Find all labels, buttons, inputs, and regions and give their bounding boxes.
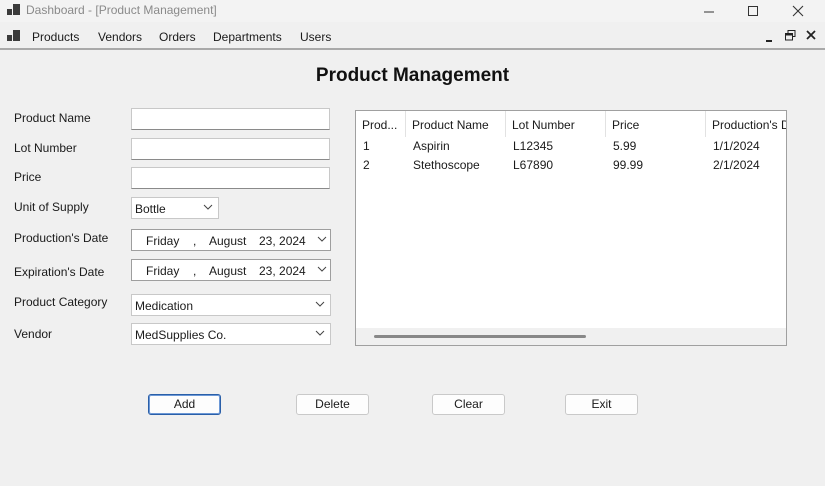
cell-lot-number: L12345 [513, 139, 554, 153]
minimize-icon[interactable] [686, 0, 732, 22]
vendor-value: MedSupplies Co. [135, 328, 227, 342]
cell-production-date: 2/1/2024 [713, 158, 760, 172]
clear-button[interactable]: Clear [432, 394, 505, 415]
menu-orders[interactable]: Orders [159, 30, 196, 44]
column-header-label: Production's D [712, 118, 787, 132]
production-date-value: 23, 2024 [259, 234, 306, 248]
mdi-child-icon [7, 30, 20, 43]
price-input[interactable] [131, 167, 330, 189]
price-label: Price [14, 170, 42, 184]
column-header-label: Price [612, 118, 640, 132]
menu-users[interactable]: Users [300, 30, 331, 44]
menu-products[interactable]: Products [32, 30, 79, 44]
mdi-minimize-icon[interactable] [765, 31, 775, 45]
cell-production-date: 1/1/2024 [713, 139, 760, 153]
menu-separator [0, 48, 825, 50]
product-category-label: Product Category [14, 295, 108, 309]
delete-button[interactable]: Delete [296, 394, 369, 415]
chevron-down-icon [314, 326, 326, 340]
cell-product-name: Aspirin [413, 139, 450, 153]
product-name-label: Product Name [14, 111, 91, 125]
cell-lot-number: L67890 [513, 158, 554, 172]
unit-of-supply-label: Unit of Supply [14, 200, 89, 214]
column-header-lot-number[interactable]: Lot Number [506, 111, 606, 137]
cell-price: 5.99 [613, 139, 637, 153]
scrollbar-thumb[interactable] [374, 335, 586, 338]
column-header-price[interactable]: Price [606, 111, 706, 137]
product-category-select[interactable]: Medication [131, 294, 331, 316]
vendor-select[interactable]: MedSupplies Co. [131, 323, 331, 345]
exit-button[interactable]: Exit [565, 394, 638, 415]
lot-number-label: Lot Number [14, 141, 77, 155]
app-icon [7, 4, 20, 17]
add-button[interactable]: Add [148, 394, 221, 415]
lot-number-input[interactable] [131, 138, 330, 160]
cell-price: 99.99 [613, 158, 644, 172]
chevron-down-icon[interactable] [316, 262, 328, 279]
page-title: Product Management [315, 65, 510, 86]
expiration-date-picker[interactable]: Friday , August 23, 2024 [131, 259, 331, 281]
column-header-label: Prod... [362, 118, 398, 132]
column-header-label: Lot Number [512, 118, 575, 132]
chevron-down-icon[interactable] [316, 232, 328, 249]
window-title: Dashboard - [Product Management] [26, 3, 217, 17]
cell-id: 2 [363, 158, 370, 172]
expiration-date-value: 23, 2024 [259, 264, 306, 278]
production-comma: , [193, 234, 197, 248]
production-month: August [209, 234, 247, 248]
chevron-down-icon [314, 297, 326, 311]
production-day: Friday [146, 234, 180, 248]
maximize-icon[interactable] [730, 0, 776, 22]
column-header-production-date[interactable]: Production's D [706, 111, 787, 137]
production-date-picker[interactable]: Friday , August 23, 2024 [131, 229, 331, 251]
mdi-restore-icon[interactable] [785, 30, 796, 44]
mdi-close-icon[interactable] [806, 30, 817, 44]
product-name-input[interactable] [131, 108, 330, 130]
expiration-month: August [209, 264, 247, 278]
production-date-label: Production's Date [14, 231, 109, 245]
menu-bar: Products Vendors Orders Departments User… [0, 26, 825, 48]
chevron-down-icon [202, 200, 214, 214]
column-header-label: Product Name [412, 118, 489, 132]
expiration-date-label: Expiration's Date [14, 265, 105, 279]
unit-of-supply-value: Bottle [135, 202, 166, 216]
title-bar: Dashboard - [Product Management] [0, 0, 825, 22]
expiration-day: Friday [146, 264, 180, 278]
products-grid[interactable]: Prod... Product Name Lot Number Price Pr… [355, 110, 787, 346]
cell-id: 1 [363, 139, 370, 153]
menu-departments[interactable]: Departments [213, 30, 282, 44]
menu-vendors[interactable]: Vendors [98, 30, 142, 44]
column-header-id[interactable]: Prod... [356, 111, 406, 137]
product-category-value: Medication [135, 299, 194, 313]
close-icon[interactable] [775, 0, 821, 22]
column-header-product-name[interactable]: Product Name [406, 111, 506, 137]
expiration-comma: , [193, 264, 197, 278]
horizontal-scrollbar[interactable] [356, 328, 786, 345]
vendor-label: Vendor [14, 327, 53, 341]
unit-of-supply-select[interactable]: Bottle [131, 197, 219, 219]
cell-product-name: Stethoscope [413, 158, 480, 172]
